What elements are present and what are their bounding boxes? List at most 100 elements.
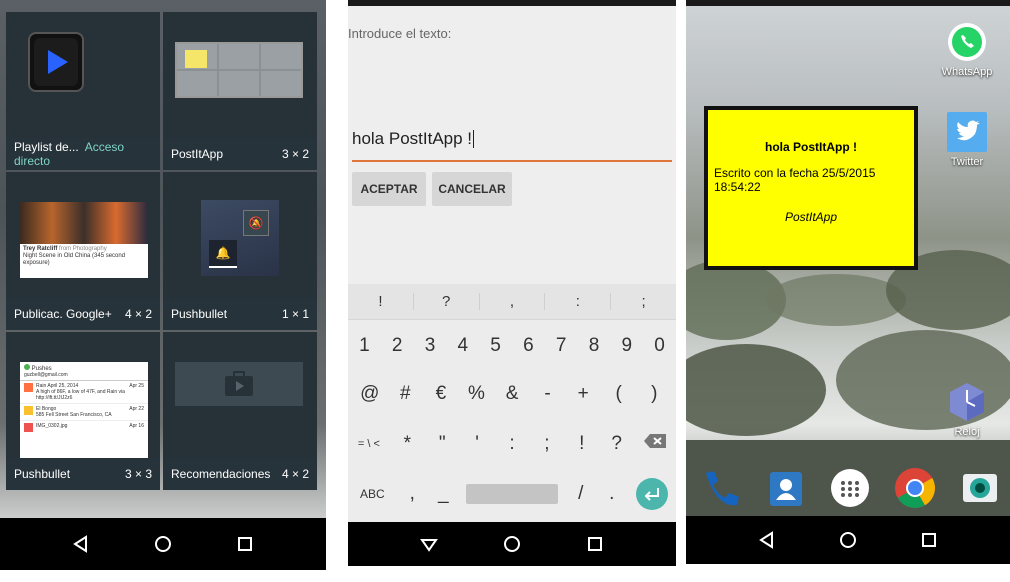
key[interactable]: - (530, 383, 566, 405)
gplus-author: Trey Ratcliff (23, 246, 58, 252)
widget-playlist[interactable]: Playlist de... Acceso directo (6, 12, 160, 170)
postit-date-line: Escrito con la fecha 25/5/2015 (714, 166, 876, 180)
key[interactable]: & (494, 383, 530, 405)
key[interactable]: 5 (479, 335, 512, 357)
symbol-row: @ # €% & - +() (348, 376, 676, 412)
key[interactable]: 6 (512, 335, 545, 357)
key[interactable]: 0 (643, 335, 676, 357)
app-drawer-icon[interactable] (830, 468, 870, 508)
widget-size: 3 × 3 (124, 467, 152, 481)
note-icon (185, 50, 207, 68)
recommendations-preview (175, 362, 303, 406)
push-title: IMG_0302.jpg (36, 423, 68, 429)
widget-pushbullet-large[interactable]: Pushes guzbell@gmail.com Rain April 25, … (6, 332, 160, 490)
key[interactable]: 2 (381, 335, 414, 357)
widget-postitapp[interactable]: PostItApp 3 × 2 (163, 12, 317, 170)
home-icon[interactable] (503, 535, 521, 553)
camera-icon[interactable] (960, 468, 1000, 508)
app-label: Reloj (954, 426, 980, 438)
key[interactable]: % (459, 383, 495, 405)
backspace-key[interactable] (634, 433, 676, 455)
enter-key[interactable] (627, 478, 676, 510)
key[interactable]: : (545, 293, 612, 310)
key[interactable]: 7 (545, 335, 578, 357)
text-entry-screen: Introduce el texto: hola PostItApp ! ACE… (348, 0, 676, 582)
gplus-caption: Night Scene in Old China (345 second exp… (23, 253, 126, 267)
key[interactable]: ' (460, 433, 495, 455)
push-date: Apr 25 (129, 383, 144, 389)
contacts-icon[interactable] (766, 468, 806, 508)
postit-time-line: 18:54:22 (714, 180, 761, 194)
recents-icon[interactable] (236, 535, 254, 553)
twitter-icon (947, 112, 987, 152)
abc-key[interactable]: ABC (348, 487, 397, 501)
back-icon[interactable] (420, 535, 439, 553)
app-label: Twitter (950, 156, 984, 168)
app-whatsapp[interactable]: WhatsApp (934, 22, 1000, 78)
dot-key[interactable]: . (596, 483, 627, 505)
key[interactable]: + (565, 383, 601, 405)
postit-title: hola PostItApp ! (765, 140, 857, 154)
chrome-icon[interactable] (894, 467, 936, 509)
widget-google-plus[interactable]: Trey Ratcliff from Photography Night Sce… (6, 172, 160, 330)
key[interactable]: 4 (446, 335, 479, 357)
postit-widget-preview (175, 42, 303, 98)
key[interactable]: : (495, 433, 530, 455)
home-icon[interactable] (154, 535, 172, 553)
postit-note-widget[interactable]: hola PostItApp ! Escrito con la fecha 25… (704, 106, 918, 270)
enter-icon (635, 478, 668, 510)
app-clock[interactable]: Reloj (934, 382, 1000, 438)
key[interactable]: ; (529, 433, 564, 455)
home-icon[interactable] (839, 531, 857, 549)
space-key[interactable] (459, 484, 565, 504)
recents-icon[interactable] (586, 535, 604, 553)
widget-name: Pushbullet (171, 307, 228, 321)
key[interactable]: 3 (414, 335, 447, 357)
key[interactable]: ? (599, 433, 634, 455)
back-icon[interactable] (72, 535, 90, 553)
file-icon (24, 423, 33, 432)
key[interactable]: 9 (610, 335, 643, 357)
key[interactable]: ; (611, 293, 676, 310)
key[interactable]: 1 (348, 335, 381, 357)
pushbullet-icon (24, 364, 30, 370)
accept-button[interactable]: ACEPTAR (352, 172, 426, 206)
key[interactable]: 8 (578, 335, 611, 357)
nav-bar (0, 518, 326, 570)
key[interactable]: , (480, 293, 546, 310)
push-text: A high of 86F, a low of 47F, and Rain vi… (36, 389, 125, 401)
back-icon[interactable] (758, 531, 776, 549)
key[interactable]: € (423, 383, 459, 405)
widget-pushbullet-small[interactable]: 🔕 🔔 Pushbullet 1 × 1 (163, 172, 317, 330)
recents-icon[interactable] (920, 531, 938, 549)
phone-icon[interactable] (696, 465, 742, 511)
cancel-button[interactable]: CANCELAR (432, 172, 512, 206)
symbol-row-2: = \ < * " ':;!? (348, 426, 676, 462)
comma-key[interactable]: , (397, 483, 428, 505)
underscore-key[interactable]: _ (428, 483, 459, 505)
more-symbols-key[interactable]: = \ < (348, 438, 390, 450)
app-label: WhatsApp (941, 66, 993, 78)
key[interactable]: ! (348, 293, 414, 310)
slash-key[interactable]: / (565, 483, 596, 505)
key[interactable]: @ (352, 383, 388, 405)
widget-name: Recomendaciones (171, 467, 271, 481)
key[interactable]: # (388, 383, 424, 405)
bell-icon: 🔔 (209, 240, 237, 268)
key[interactable]: ( (601, 383, 637, 405)
push-date: Apr 16 (129, 423, 144, 429)
key[interactable]: * (390, 433, 425, 455)
key[interactable]: " (425, 433, 460, 455)
text-cursor (473, 130, 475, 148)
text-input[interactable]: hola PostItApp ! (352, 118, 672, 162)
key[interactable]: ! (564, 433, 599, 455)
key[interactable]: ) (637, 383, 673, 405)
status-bar (686, 0, 1010, 6)
note-icon (24, 383, 33, 392)
app-twitter[interactable]: Twitter (934, 112, 1000, 168)
clock-icon (947, 382, 987, 422)
key[interactable]: ? (414, 293, 480, 310)
place-icon (24, 406, 33, 415)
widget-recommendations[interactable]: Recomendaciones 4 × 2 (163, 332, 317, 490)
postit-signature: PostItApp (784, 210, 838, 224)
